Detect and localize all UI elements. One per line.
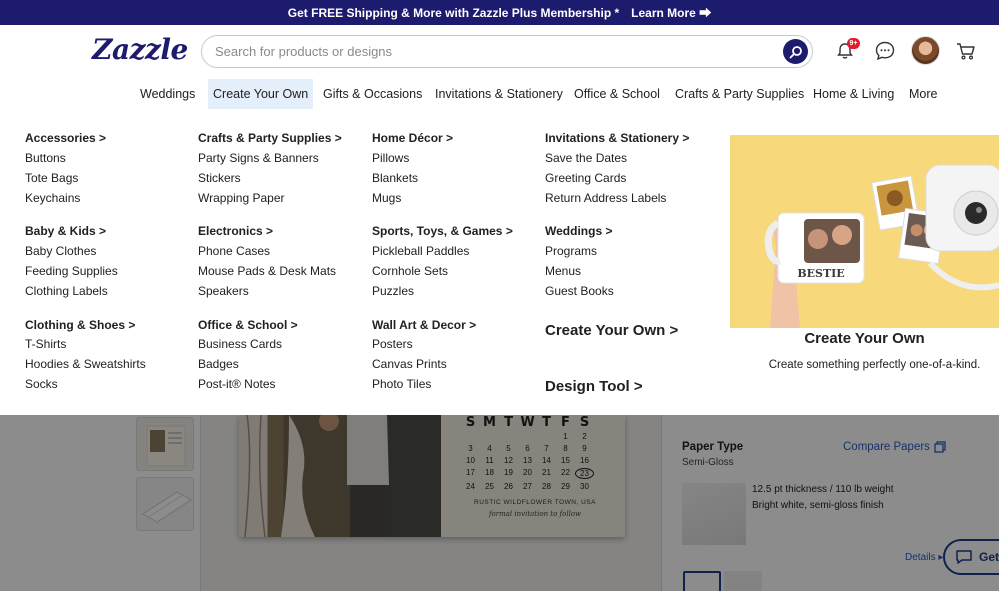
search-button[interactable]: [783, 39, 808, 64]
menu-link[interactable]: Pillows: [372, 151, 409, 165]
menu-heading-baby-kids[interactable]: Baby & Kids >: [25, 224, 106, 238]
create-your-own-link[interactable]: Create Your Own >: [545, 322, 678, 339]
menu-link[interactable]: Mouse Pads & Desk Mats: [198, 264, 336, 278]
nav-more[interactable]: More: [904, 79, 942, 109]
nav-office-school[interactable]: Office & School: [569, 79, 665, 109]
cart-icon: [957, 43, 975, 60]
create-your-own-promo-image[interactable]: BESTIE: [730, 135, 999, 328]
menu-heading-clothing-shoes[interactable]: Clothing & Shoes >: [25, 318, 135, 332]
menu-link[interactable]: Save the Dates: [545, 151, 627, 165]
promo-text: Get FREE Shipping & More with Zazzle Plu…: [287, 5, 620, 20]
messages-button[interactable]: [870, 36, 900, 66]
menu-link[interactable]: Pickleball Paddles: [372, 244, 469, 258]
menu-link[interactable]: Mugs: [372, 191, 401, 205]
notification-badge: 9+: [847, 38, 860, 49]
notifications-button[interactable]: 9+: [830, 36, 860, 66]
menu-link[interactable]: Buttons: [25, 151, 66, 165]
menu-heading-wall-art-decor[interactable]: Wall Art & Decor >: [372, 318, 476, 332]
menu-link[interactable]: Feeding Supplies: [25, 264, 118, 278]
menu-link[interactable]: Socks: [25, 377, 58, 391]
menu-link[interactable]: Wrapping Paper: [198, 191, 285, 205]
menu-heading-sports-toys-games[interactable]: Sports, Toys, & Games >: [372, 224, 513, 238]
nav-crafts-party-supplies[interactable]: Crafts & Party Supplies: [670, 79, 809, 109]
menu-link[interactable]: Badges: [198, 357, 239, 371]
menu-link[interactable]: Canvas Prints: [372, 357, 447, 371]
mega-menu: Accessories > Buttons Tote Bags Keychain…: [0, 116, 999, 415]
nav-create-your-own[interactable]: Create Your Own: [208, 79, 314, 109]
search-input[interactable]: [215, 44, 775, 59]
zazzle-logo[interactable]: Zazzle: [92, 33, 188, 66]
menu-link[interactable]: Phone Cases: [198, 244, 270, 258]
menu-link[interactable]: Blankets: [372, 171, 418, 185]
menu-link[interactable]: Stickers: [198, 171, 241, 185]
menu-heading-electronics[interactable]: Electronics >: [198, 224, 273, 238]
search-icon: [789, 45, 802, 58]
nav-home-living[interactable]: Home & Living: [808, 79, 899, 109]
menu-heading-office-school[interactable]: Office & School >: [198, 318, 298, 332]
menu-link[interactable]: Business Cards: [198, 337, 282, 351]
promo-subtitle: Create something perfectly one-of-a-kind…: [768, 359, 981, 371]
menu-heading-weddings[interactable]: Weddings >: [545, 224, 612, 238]
menu-link[interactable]: Cornhole Sets: [372, 264, 448, 278]
nav-weddings[interactable]: Weddings: [135, 79, 200, 109]
learn-more-link[interactable]: Learn More ⮕: [631, 4, 711, 21]
user-avatar[interactable]: [911, 36, 940, 65]
menu-link[interactable]: Photo Tiles: [372, 377, 431, 391]
promo-banner: Get FREE Shipping & More with Zazzle Plu…: [0, 0, 999, 25]
menu-link[interactable]: Clothing Labels: [25, 284, 108, 298]
menu-link[interactable]: Post-it® Notes: [198, 377, 276, 391]
menu-link[interactable]: Baby Clothes: [25, 244, 96, 258]
chat-bubble-icon: [875, 41, 895, 61]
menu-heading-crafts-party[interactable]: Crafts & Party Supplies >: [198, 131, 342, 145]
menu-heading-invitations[interactable]: Invitations & Stationery >: [545, 131, 689, 145]
menu-link[interactable]: Programs: [545, 244, 597, 258]
menu-link[interactable]: Hoodies & Sweatshirts: [25, 357, 146, 371]
menu-heading-home-decor[interactable]: Home Décor >: [372, 131, 453, 145]
nav-invitations-stationery[interactable]: Invitations & Stationery: [430, 79, 568, 109]
search-bar: [201, 35, 813, 68]
menu-link[interactable]: Tote Bags: [25, 171, 78, 185]
menu-link[interactable]: Speakers: [198, 284, 249, 298]
site-header: Zazzle 9+: [0, 25, 999, 78]
category-nav: Weddings Create Your Own Gifts & Occasio…: [0, 78, 999, 116]
promo-title[interactable]: Create Your Own: [730, 330, 999, 347]
menu-heading-accessories[interactable]: Accessories >: [25, 131, 106, 145]
menu-link[interactable]: Guest Books: [545, 284, 614, 298]
cart-button[interactable]: [951, 36, 981, 66]
design-tool-link[interactable]: Design Tool >: [545, 378, 643, 395]
menu-link[interactable]: Party Signs & Banners: [198, 151, 319, 165]
menu-link[interactable]: Keychains: [25, 191, 80, 205]
menu-link[interactable]: Puzzles: [372, 284, 414, 298]
mug-bestie-text: BESTIE: [797, 267, 844, 280]
menu-link[interactable]: Greeting Cards: [545, 171, 626, 185]
overlay-scrim[interactable]: [0, 415, 999, 591]
menu-link[interactable]: T-Shirts: [25, 337, 66, 351]
nav-gifts-occasions[interactable]: Gifts & Occasions: [318, 79, 427, 109]
menu-link[interactable]: Posters: [372, 337, 413, 351]
menu-link[interactable]: Return Address Labels: [545, 191, 666, 205]
menu-link[interactable]: Menus: [545, 264, 581, 278]
